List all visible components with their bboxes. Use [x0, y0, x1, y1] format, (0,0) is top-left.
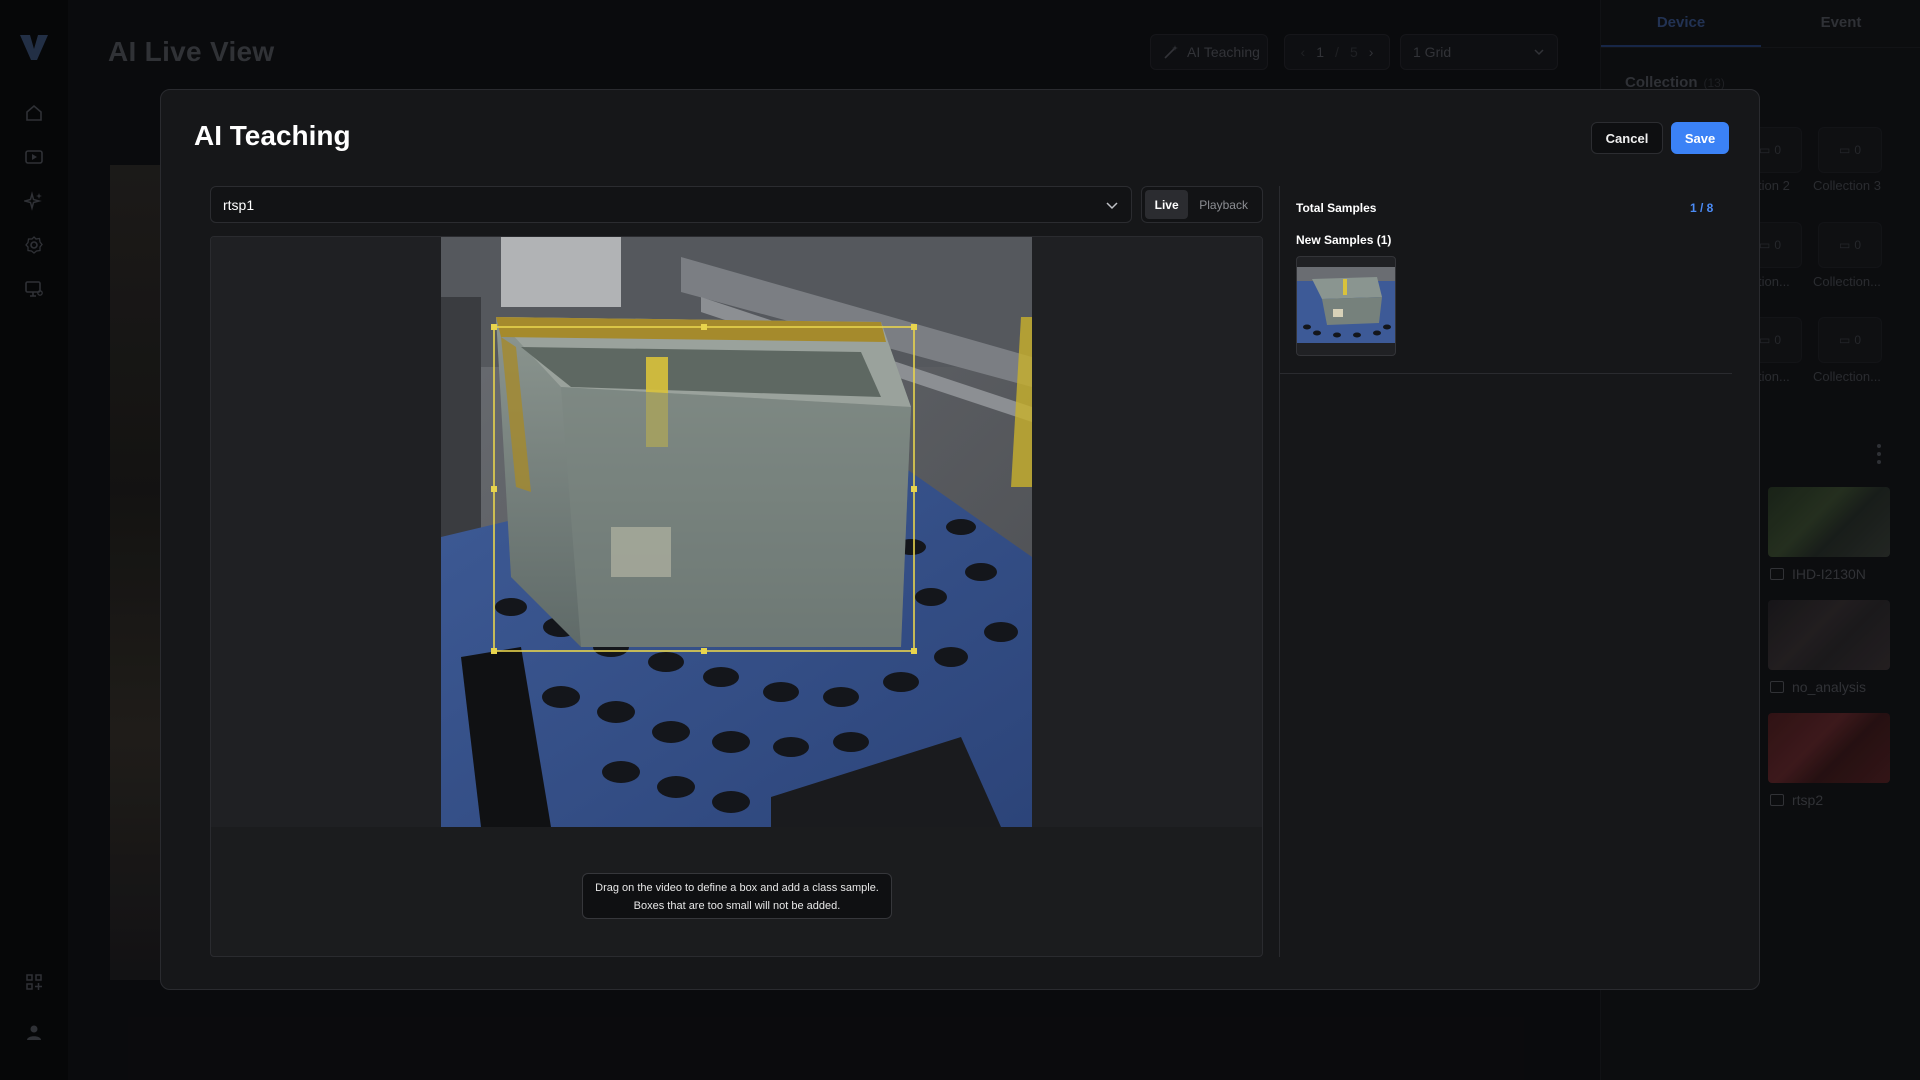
sample-thumbnail[interactable]	[1296, 256, 1396, 356]
video-canvas[interactable]: Drag on the video to define a box and ad…	[210, 236, 1263, 957]
drag-hint-tooltip: Drag on the video to define a box and ad…	[582, 873, 892, 919]
samples-divider	[1280, 373, 1732, 374]
new-samples-label: New Samples (1)	[1296, 233, 1392, 247]
conveyor-scene-image	[441, 237, 1032, 827]
total-samples-value: 1 / 8	[1690, 201, 1714, 215]
mode-playback-button[interactable]: Playback	[1188, 190, 1259, 219]
save-button[interactable]: Save	[1671, 122, 1729, 154]
mode-live-button[interactable]: Live	[1145, 190, 1189, 219]
total-samples-label: Total Samples	[1296, 201, 1377, 215]
sample-thumbnail-image	[1297, 267, 1395, 343]
cancel-button[interactable]: Cancel	[1591, 122, 1663, 154]
modal-title: AI Teaching	[194, 120, 351, 151]
app-root: AI Live View AI Teaching ‹ 1 / 5 › 1 Gri…	[0, 0, 1920, 1080]
samples-panel: Total Samples 1 / 8 New Samples (1)	[1279, 186, 1732, 957]
hint-line-1: Drag on the video to define a box and ad…	[595, 882, 879, 894]
ai-teaching-modal: AI Teaching Cancel Save rtsp1 Live Playb…	[160, 89, 1760, 990]
chevron-down-icon	[1106, 201, 1118, 209]
live-video-frame[interactable]	[441, 237, 1032, 827]
mode-toggle: Live Playback	[1141, 186, 1263, 223]
source-select[interactable]: rtsp1	[210, 186, 1132, 223]
source-select-value: rtsp1	[223, 196, 255, 213]
hint-line-2: Boxes that are too small will not be add…	[633, 900, 841, 912]
